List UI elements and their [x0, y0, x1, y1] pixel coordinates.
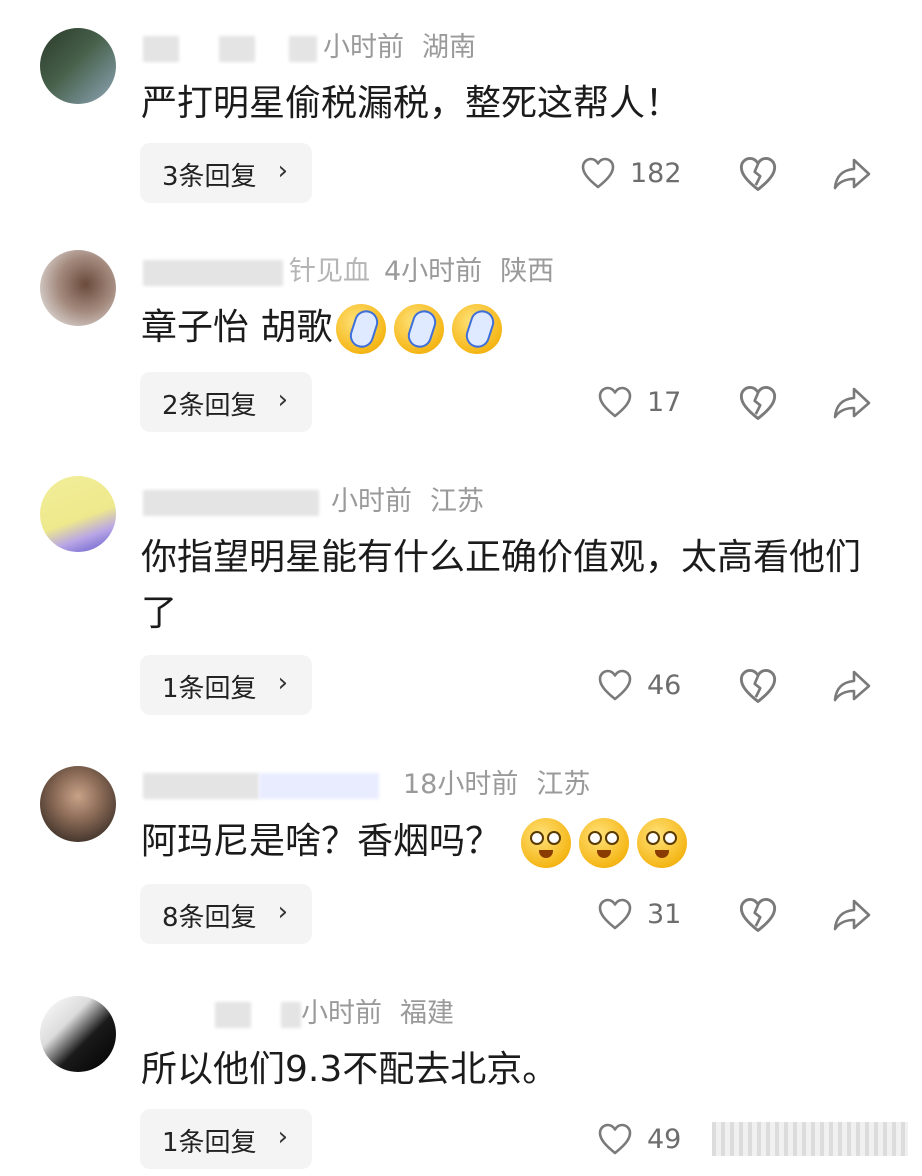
comment-text: 章子怡 胡歌 [141, 300, 881, 356]
comment-meta: 小时前 福建 [143, 996, 454, 1032]
broken-heart-icon[interactable] [738, 895, 778, 935]
like-button[interactable]: 49 [597, 1119, 681, 1159]
broken-heart-icon[interactable] [738, 154, 778, 194]
like-button[interactable]: 182 [580, 153, 682, 193]
comment-text: 阿玛尼是啥？香烟吗？ [141, 814, 881, 870]
avatar[interactable] [40, 996, 116, 1072]
comment-meta: 18小时前 江苏 [143, 767, 590, 803]
comment-username: 针见血 [289, 256, 370, 287]
like-button[interactable]: 17 [597, 382, 681, 422]
like-count: 17 [647, 386, 682, 418]
comment-time: 4小时前 [384, 256, 483, 287]
view-replies-button[interactable]: 3条回复 › [140, 143, 312, 203]
like-button[interactable]: 31 [597, 894, 681, 934]
like-button[interactable]: 46 [597, 665, 681, 705]
hush-emoji [637, 818, 688, 868]
comment-location: 江苏 [536, 769, 591, 800]
comment-meta: 针见血 4小时前 陕西 [143, 254, 554, 290]
comment-meta: 小时前 湖南 [143, 30, 476, 66]
comment-location: 福建 [400, 998, 454, 1029]
like-count: 31 [647, 898, 682, 930]
view-replies-button[interactable]: 1条回复 › [140, 655, 312, 715]
share-arrow-icon[interactable] [832, 154, 872, 194]
like-count: 182 [630, 157, 682, 189]
reply-count-label: 8条回复 [162, 903, 257, 933]
share-arrow-icon[interactable] [832, 383, 872, 423]
like-count: 46 [647, 669, 682, 701]
crying-flip-flop-emoji [394, 304, 445, 354]
reply-count-label: 2条回复 [162, 391, 257, 421]
chevron-right-icon: › [277, 668, 288, 698]
comment-text: 你指望明星能有什么正确价值观，太高看他们了 [141, 537, 862, 634]
heart-outline-icon [598, 669, 632, 701]
crying-flip-flop-emoji [452, 304, 503, 354]
comment-text: 严打明星偷税漏税，整死这帮人！ [141, 83, 682, 124]
avatar[interactable] [40, 250, 116, 326]
comment-time: 18小时前 [403, 769, 519, 800]
comment-time: 小时前 [301, 998, 382, 1029]
broken-heart-icon[interactable] [738, 383, 778, 423]
heart-outline-icon [598, 386, 632, 418]
view-replies-button[interactable]: 2条回复 › [140, 372, 312, 432]
hush-emoji [579, 818, 630, 868]
comment-location: 湖南 [422, 32, 476, 63]
crying-flip-flop-emoji [336, 304, 387, 354]
comment-location: 江苏 [430, 486, 484, 517]
heart-outline-icon [598, 898, 632, 930]
comment-text: 所以他们9.3不配去北京。 [141, 1049, 559, 1090]
chevron-right-icon: › [277, 385, 288, 415]
comment-time: 小时前 [323, 32, 404, 63]
share-arrow-icon[interactable] [832, 666, 872, 706]
share-arrow-icon[interactable] [832, 895, 872, 935]
view-replies-button[interactable]: 8条回复 › [140, 884, 312, 944]
like-count: 49 [647, 1123, 682, 1155]
reply-count-label: 1条回复 [162, 674, 257, 704]
reply-count-label: 1条回复 [162, 1128, 257, 1158]
hush-emoji [521, 818, 572, 868]
chevron-right-icon: › [277, 156, 288, 186]
chevron-right-icon: › [277, 897, 288, 927]
watermark [712, 1122, 908, 1156]
comment-time: 小时前 [331, 486, 412, 517]
avatar[interactable] [40, 28, 116, 104]
view-replies-button[interactable]: 1条回复 › [140, 1109, 312, 1169]
avatar[interactable] [40, 476, 116, 552]
reply-count-label: 3条回复 [162, 162, 257, 192]
comment-meta: 小时前 江苏 [143, 484, 484, 520]
heart-outline-icon [581, 157, 615, 189]
broken-heart-icon[interactable] [738, 666, 778, 706]
comment-location: 陕西 [500, 256, 555, 287]
heart-outline-icon [598, 1123, 632, 1155]
chevron-right-icon: › [277, 1122, 288, 1152]
avatar[interactable] [40, 766, 116, 842]
